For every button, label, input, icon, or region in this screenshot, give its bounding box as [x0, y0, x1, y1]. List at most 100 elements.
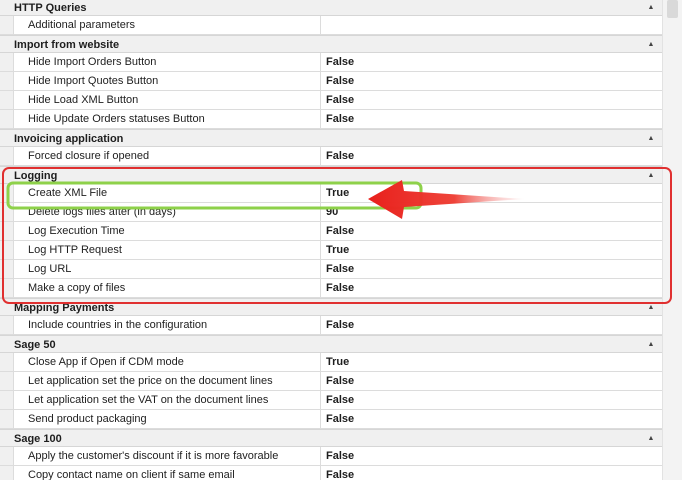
vertical-scrollbar[interactable]	[662, 0, 682, 480]
scrollbar-thumb[interactable]	[667, 0, 678, 18]
row-gutter	[0, 410, 14, 428]
category-label: Invoicing application	[14, 133, 124, 145]
column-divider[interactable]	[320, 372, 321, 390]
column-divider[interactable]	[320, 53, 321, 71]
property-value[interactable]: False	[326, 372, 354, 390]
property-value[interactable]: False	[326, 147, 354, 165]
column-divider[interactable]	[320, 316, 321, 334]
column-divider[interactable]	[320, 184, 321, 202]
column-divider[interactable]	[320, 391, 321, 409]
property-value[interactable]: False	[326, 72, 354, 90]
property-row[interactable]: Log HTTP Request True	[0, 241, 662, 260]
column-divider[interactable]	[320, 466, 321, 480]
property-name: Log URL	[28, 263, 72, 275]
property-value[interactable]: False	[326, 316, 354, 334]
property-value[interactable]: False	[326, 260, 354, 278]
property-value[interactable]: False	[326, 391, 354, 409]
row-gutter	[0, 279, 14, 297]
collapse-icon[interactable]: ▲	[646, 167, 656, 185]
property-row[interactable]: Forced closure if opened False	[0, 147, 662, 166]
row-gutter	[0, 372, 14, 390]
category-header[interactable]: Logging ▲	[0, 166, 662, 184]
property-row[interactable]: Include countries in the configuration Fa…	[0, 316, 662, 335]
category-header[interactable]: Invoicing application ▲	[0, 129, 662, 147]
property-value[interactable]: False	[326, 410, 354, 428]
row-gutter	[0, 203, 14, 221]
column-divider[interactable]	[320, 279, 321, 297]
column-divider[interactable]	[320, 241, 321, 259]
property-row[interactable]: Let application set the price on the doc…	[0, 372, 662, 391]
property-row[interactable]: Log Execution Time False	[0, 222, 662, 241]
property-row[interactable]: Log URL False	[0, 260, 662, 279]
property-value[interactable]: 90	[326, 203, 338, 221]
column-divider[interactable]	[320, 16, 321, 34]
row-gutter	[0, 316, 14, 334]
property-name: Hide Import Orders Button	[28, 56, 157, 68]
collapse-icon[interactable]: ▲	[646, 130, 656, 148]
property-row[interactable]: Let application set the VAT on the docum…	[0, 391, 662, 410]
property-value[interactable]: True	[326, 241, 349, 259]
property-row[interactable]: Create XML File True	[0, 184, 662, 203]
category-label: HTTP Queries	[14, 2, 87, 14]
row-gutter	[0, 466, 14, 480]
collapse-icon[interactable]: ▲	[646, 336, 656, 354]
column-divider[interactable]	[320, 260, 321, 278]
property-name: Hide Import Quotes Button	[28, 75, 159, 87]
property-value[interactable]: False	[326, 447, 354, 465]
property-grid: HTTP Queries ▲ Additional parameters Import…	[0, 0, 682, 480]
property-row[interactable]: Make a copy of files False	[0, 279, 662, 298]
property-value[interactable]: False	[326, 110, 354, 128]
category-label: Mapping Payments	[14, 302, 115, 314]
column-divider[interactable]	[320, 410, 321, 428]
column-divider[interactable]	[320, 447, 321, 465]
property-name: Let application set the price on the doc…	[28, 375, 273, 387]
category-header[interactable]: Import from website ▲	[0, 35, 662, 53]
column-divider[interactable]	[320, 147, 321, 165]
column-divider[interactable]	[320, 203, 321, 221]
property-value[interactable]: True	[326, 184, 349, 202]
property-row[interactable]: Close App if Open if CDM mode True	[0, 353, 662, 372]
column-divider[interactable]	[320, 110, 321, 128]
property-name: Forced closure if opened	[28, 150, 150, 162]
category-header[interactable]: Sage 50 ▲	[0, 335, 662, 353]
collapse-icon[interactable]: ▲	[646, 36, 656, 54]
property-name: Delete logs files after (in days)	[28, 206, 176, 218]
property-value[interactable]: False	[326, 466, 354, 480]
category-header[interactable]: Sage 100 ▲	[0, 429, 662, 447]
property-value[interactable]: False	[326, 53, 354, 71]
property-name: Send product packaging	[28, 413, 147, 425]
category-header[interactable]: Mapping Payments ▲	[0, 298, 662, 316]
property-row[interactable]: Hide Import Quotes Button False	[0, 72, 662, 91]
property-row[interactable]: Hide Load XML Button False	[0, 91, 662, 110]
property-row[interactable]: Additional parameters	[0, 16, 662, 35]
property-row[interactable]: Apply the customer's discount if it is m…	[0, 447, 662, 466]
property-value[interactable]: True	[326, 353, 349, 371]
column-divider[interactable]	[320, 72, 321, 90]
category-label: Sage 100	[14, 433, 62, 445]
property-value[interactable]: False	[326, 91, 354, 109]
property-row[interactable]: Hide Import Orders Button False	[0, 53, 662, 72]
column-divider[interactable]	[320, 91, 321, 109]
property-grid-content: HTTP Queries ▲ Additional parameters Import…	[0, 0, 662, 480]
property-name: Additional parameters	[28, 19, 136, 31]
property-row[interactable]: Hide Update Orders statuses Button False	[0, 110, 662, 129]
collapse-icon[interactable]: ▲	[646, 430, 656, 448]
property-name: Copy contact name on client if same emai…	[28, 469, 235, 480]
row-gutter	[0, 447, 14, 465]
property-row[interactable]: Send product packaging False	[0, 410, 662, 429]
category-header[interactable]: HTTP Queries ▲	[0, 0, 662, 16]
property-row[interactable]: Copy contact name on client if same emai…	[0, 466, 662, 480]
property-row[interactable]: Delete logs files after (in days) 90	[0, 203, 662, 222]
row-gutter	[0, 260, 14, 278]
row-gutter	[0, 184, 14, 202]
row-gutter	[0, 91, 14, 109]
column-divider[interactable]	[320, 222, 321, 240]
collapse-icon[interactable]: ▲	[646, 299, 656, 317]
collapse-icon[interactable]: ▲	[646, 0, 656, 17]
property-value[interactable]: False	[326, 279, 354, 297]
column-divider[interactable]	[320, 353, 321, 371]
row-gutter	[0, 53, 14, 71]
property-value[interactable]: False	[326, 222, 354, 240]
row-gutter	[0, 241, 14, 259]
row-gutter	[0, 353, 14, 371]
